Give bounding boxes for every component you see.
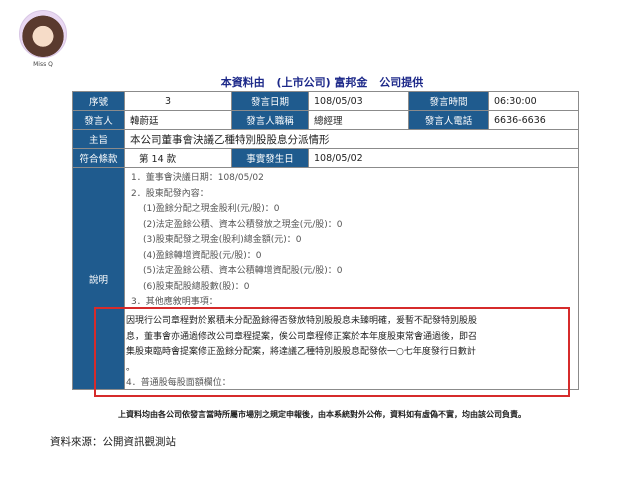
page-header: 本資料由 (上市公司) 富邦金 公司提供 bbox=[0, 74, 644, 90]
avatar-name: Miss Q bbox=[33, 61, 53, 68]
label-description: 說明 bbox=[72, 167, 125, 390]
highlighted-text: 因現行公司章程對於累積未分配盈餘得否發放特別股股息未臻明確，爰暫不配發特別股股 … bbox=[126, 314, 566, 392]
highlight-line: 因現行公司章程對於累積未分配盈餘得否發放特別股股息未臻明確，爰暫不配發特別股股 bbox=[126, 316, 478, 326]
value-spokesperson-phone: 6636-6636 bbox=[488, 110, 579, 130]
label-announce-date: 發言日期 bbox=[231, 91, 309, 111]
label-serial: 序號 bbox=[72, 91, 125, 111]
value-occurrence-date: 108/05/02 bbox=[308, 148, 579, 168]
data-source: 資料來源：公開資訊觀測站 bbox=[50, 436, 176, 448]
label-spokesperson-phone: 發言人電話 bbox=[408, 110, 489, 130]
highlight-line: 息，董事會亦通過修改公司章程提案，俟公司章程修正案於本年度股東常會通過後，即召 bbox=[126, 331, 478, 342]
highlight-line: 4．普通股每股面額欄位： bbox=[126, 378, 231, 388]
value-spokesperson-title: 總經理 bbox=[308, 110, 409, 130]
label-spokesperson-title: 發言人職稱 bbox=[231, 110, 309, 130]
detail-line: 1．董事會決議日期：108/05/02 bbox=[131, 173, 264, 183]
highlight-line: 。 bbox=[126, 362, 136, 373]
label-occurrence-date: 事實發生日 bbox=[231, 148, 309, 168]
detail-line: (1)盈餘分配之現金股利(元/股)：0 bbox=[143, 204, 280, 214]
table-row: 主旨 本公司董事會決議乙種特別股股息分派情形 bbox=[72, 129, 579, 149]
label-announce-time: 發言時間 bbox=[408, 91, 489, 111]
header-suffix: 公司提供 bbox=[379, 76, 424, 89]
value-announce-date: 108/05/03 bbox=[308, 91, 409, 111]
disclaimer-footnote: 上資料均由各公司依發言當時所屬市場別之規定申報後，由本系統對外公佈，資料如有虛偽… bbox=[118, 410, 526, 419]
table-row: 發言人 韓蔚廷 發言人職稱 總經理 發言人電話 6636-6636 bbox=[72, 110, 579, 130]
detail-line: 3．其他應敘明事項： bbox=[131, 297, 218, 307]
label-spokesperson: 發言人 bbox=[72, 110, 125, 130]
label-subject: 主旨 bbox=[72, 129, 125, 149]
highlight-line: 集股東臨時會提案修正盈餘分配案，將達議乙種特別股股息配發依一○七年度發行日數計 bbox=[126, 347, 476, 357]
detail-line: (2)法定盈餘公積、資本公積發放之現金(元/股)：0 bbox=[143, 219, 343, 230]
author-avatar-block: Miss Q bbox=[18, 10, 68, 68]
header-prefix: 本資料由 bbox=[220, 76, 265, 89]
avatar bbox=[19, 10, 67, 58]
table-row: 符合條款 第 14 款 事實發生日 108/05/02 bbox=[72, 148, 579, 168]
value-subject: 本公司董事會決議乙種特別股股息分派情形 bbox=[124, 129, 579, 149]
header-company: (上市公司) 富邦金 bbox=[276, 76, 368, 89]
detail-line: (3)股東配發之現金(股利)總金額(元)：0 bbox=[143, 235, 302, 245]
detail-line: (5)法定盈餘公積、資本公積轉增資配股(元/股)：0 bbox=[143, 266, 343, 276]
value-announce-time: 06:30:00 bbox=[488, 91, 579, 111]
value-spokesperson: 韓蔚廷 bbox=[124, 110, 232, 130]
value-serial: 3 bbox=[124, 91, 232, 111]
label-clause: 符合條款 bbox=[72, 148, 125, 168]
value-clause: 第 14 款 bbox=[124, 148, 232, 168]
detail-line: (4)盈餘轉增資配股(元/股)：0 bbox=[143, 250, 262, 261]
detail-line: (6)股東配股總股數(股)：0 bbox=[143, 281, 250, 292]
table-row: 序號 3 發言日期 108/05/03 發言時間 06:30:00 bbox=[72, 91, 579, 111]
detail-line: 2．股東配發內容： bbox=[131, 188, 209, 199]
